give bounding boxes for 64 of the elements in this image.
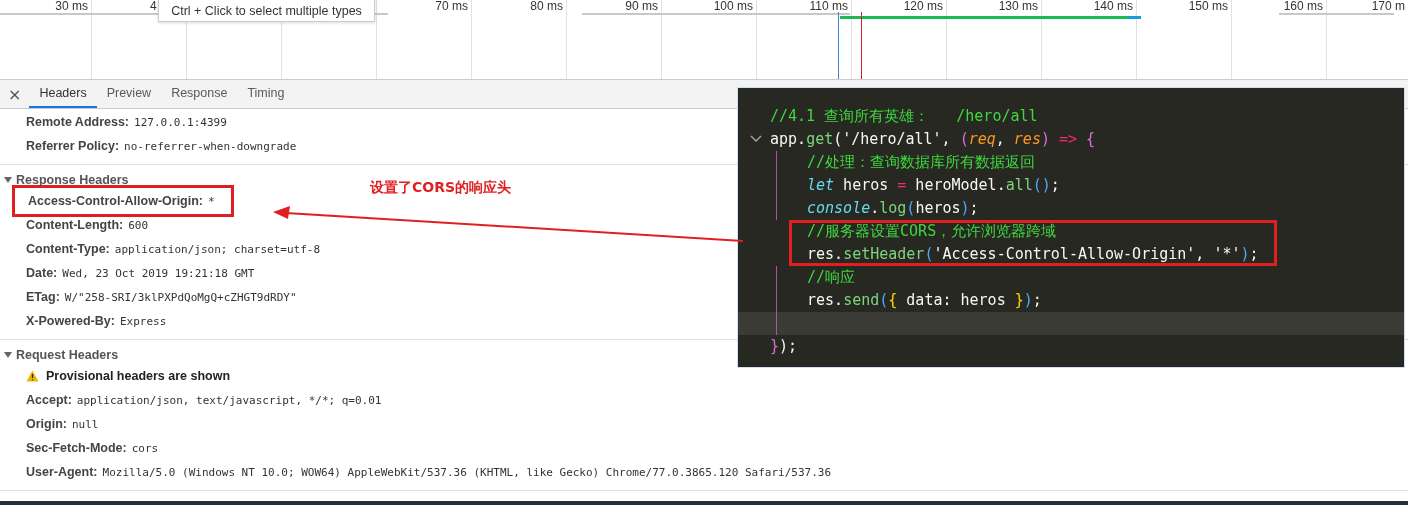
time-tick: 110 ms <box>809 0 849 12</box>
time-tick: 100 ms <box>713 0 754 12</box>
tooltip: Ctrl + Click to select multiple types <box>158 0 375 22</box>
header-value: * <box>208 194 215 208</box>
code-line: let heros = heroModel.all(); <box>738 174 1404 197</box>
header-value: application/json; charset=utf-8 <box>114 242 321 256</box>
header-value: Express <box>119 314 167 328</box>
time-tick: 140 ms <box>1093 0 1134 12</box>
header-name: ETag: <box>26 290 60 304</box>
header-name: Content-Type: <box>26 242 110 256</box>
header-name: X-Powered-By: <box>26 314 115 328</box>
header-name: User-Agent: <box>26 465 98 479</box>
header-value: no-referrer-when-downgrade <box>124 139 297 153</box>
time-tick: 150 ms <box>1188 0 1229 12</box>
header-value: Mozilla/5.0 (Windows NT 10.0; WOW64) AppleWebKit/537.36 (KHTML, like Gecko) Chrome/77.0.3865.120 Safari/537.36 <box>102 465 832 479</box>
section-header[interactable]: Request Headers <box>0 340 119 364</box>
code-line: //响应 <box>738 266 1404 289</box>
triangle-down-icon <box>4 351 12 359</box>
time-tick: 160 ms <box>1283 0 1324 12</box>
section-header[interactable]: Response Headers <box>0 165 129 189</box>
header-value: 127.0.0.1:4399 <box>134 115 227 129</box>
code-line: console.log(heros); <box>738 197 1404 220</box>
header-value: null <box>71 417 99 431</box>
code-line: //服务器设置CORS，允许浏览器跨域 <box>806 221 1058 242</box>
header-name: Date: <box>26 266 58 280</box>
time-tick: 120 ms <box>903 0 944 12</box>
header-value: 600 <box>128 218 149 232</box>
code-line: res.send({ data: heros }); <box>738 289 1404 312</box>
code-line: //4.1 查询所有英雄： /hero/all <box>769 106 1039 127</box>
annotation-text: 设置了CORS的响应头 <box>370 179 512 197</box>
time-tick: 70 ms <box>435 0 469 12</box>
download-bar <box>1128 16 1141 19</box>
header-value: Wed, 23 Oct 2019 19:21:18 GMT <box>62 266 255 280</box>
tab[interactable]: Response <box>161 80 238 108</box>
header-value: application/json, text/javascript, */*; q=0.01 <box>76 393 382 407</box>
header-value: W/"258-SRI/3klPXPdQoMgQ+cZHGT9dRDY" <box>64 290 297 304</box>
header-value: cors <box>131 441 159 455</box>
code-line: app.get('/hero/all', (req, res) => { <box>738 128 1404 151</box>
header-name: Accept: <box>26 393 72 407</box>
time-tick: 90 ms <box>625 0 659 12</box>
header-name: Remote Address: <box>26 115 130 129</box>
load-marker-line <box>861 12 862 79</box>
dom-marker-line <box>838 12 839 79</box>
time-tick: 170 m <box>1371 0 1406 12</box>
header-name: Access-Control-Allow-Origin: <box>28 194 203 208</box>
tab[interactable]: Headers <box>29 80 97 108</box>
close-button[interactable]: × <box>6 80 30 108</box>
header-name: Referrer Policy: <box>26 139 120 153</box>
warning-text: Provisional headers are shown <box>46 369 231 383</box>
code-line: }); <box>769 336 799 357</box>
triangle-down-icon <box>4 176 12 184</box>
time-tick: 80 ms <box>530 0 564 12</box>
tab[interactable]: Preview <box>96 80 162 108</box>
time-tick: 30 ms <box>55 0 89 12</box>
code-line: //处理：查询数据库所有数据返回 <box>738 151 1404 174</box>
warning-icon <box>26 370 39 382</box>
code-line: res.setHeader('Access-Control-Allow-Origin', '*'); <box>806 244 1260 265</box>
header-name: Content-Length: <box>26 218 124 232</box>
header-name: Sec-Fetch-Mode: <box>26 441 127 455</box>
time-tick: 130 ms <box>998 0 1039 12</box>
tab[interactable]: Timing <box>237 80 295 108</box>
header-name: Origin: <box>26 417 67 431</box>
time-tick: 4 <box>150 0 158 12</box>
chevron-icon[interactable] <box>750 135 762 143</box>
